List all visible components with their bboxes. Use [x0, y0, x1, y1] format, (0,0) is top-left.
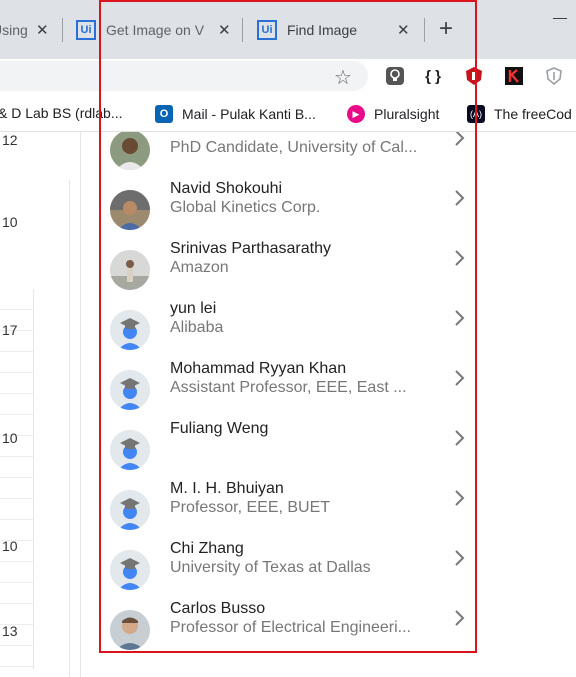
chevron-right-icon: [455, 370, 465, 386]
uipath-favicon-icon: Ui: [257, 20, 277, 40]
avatar: [110, 190, 150, 230]
chevron-right-icon: [455, 610, 465, 626]
list-item[interactable]: Fuliang Weng: [100, 420, 476, 480]
person-affiliation: Global Kinetics Corp.: [170, 199, 321, 216]
list-item[interactable]: Mohammad Ryyan Khan Assistant Professor,…: [100, 360, 476, 420]
scholar-default-avatar-icon: [110, 430, 150, 470]
browser-toolbar: ☆ { }: [0, 59, 576, 94]
screenshot-root: Using ✕ Ui Get Image on V ✕ Ui Find Imag…: [0, 0, 576, 677]
scholar-default-avatar-icon: [110, 490, 150, 530]
avatar: [110, 250, 150, 290]
list-item[interactable]: Chi Zhang University of Texas at Dallas: [100, 540, 476, 600]
person-affiliation: Assistant Professor, EEE, East ...: [170, 379, 407, 396]
bookmark-rdlab[interactable]: & D Lab BS (rdlab...: [0, 105, 123, 121]
tab-strip: Using ✕ Ui Get Image on V ✕ Ui Find Imag…: [0, 0, 576, 59]
shield-extension-icon[interactable]: [544, 66, 564, 86]
list-item[interactable]: PhD Candidate, University of Cal...: [100, 132, 476, 180]
person-name: Srinivas Parthasarathy: [170, 240, 331, 257]
person-affiliation: University of Texas at Dallas: [170, 559, 371, 576]
uipath-favicon-icon: Ui: [76, 20, 96, 40]
ublock-extension-icon[interactable]: [464, 66, 484, 86]
chevron-right-icon: [455, 310, 465, 326]
chevron-right-icon: [455, 132, 465, 146]
person-name: Navid Shokouhi: [170, 180, 283, 197]
bookmark-mail[interactable]: O Mail - Pulak Kanti B...: [155, 105, 316, 123]
bookmark-label: The freeCod: [494, 106, 572, 122]
person-name: Mohammad Ryyan Khan: [170, 360, 347, 377]
chevron-right-icon: [455, 550, 465, 566]
json-extension-icon[interactable]: { }: [423, 66, 443, 86]
bookmark-pluralsight[interactable]: ▶ Pluralsight: [347, 105, 439, 123]
bookmark-label: Pluralsight: [374, 106, 440, 122]
background-number: 10: [2, 214, 18, 230]
scholar-default-avatar-icon: [110, 550, 150, 590]
bookmark-star-icon[interactable]: ☆: [334, 65, 352, 90]
person-affiliation: Professor, EEE, BUET: [170, 499, 331, 516]
background-number: 17: [2, 322, 18, 338]
person-affiliation: PhD Candidate, University of Cal...: [170, 139, 418, 156]
tab-title: Using: [0, 22, 28, 38]
list-item[interactable]: Carlos Busso Professor of Electrical Eng…: [100, 600, 476, 651]
tab-close-icon[interactable]: ✕: [36, 21, 49, 39]
person-name: Chi Zhang: [170, 540, 244, 557]
bookmark-freecodecamp[interactable]: (A) The freeCod: [467, 105, 572, 123]
tab-divider: [424, 18, 425, 42]
tab-divider: [242, 18, 243, 42]
list-item[interactable]: Srinivas Parthasarathy Amazon: [100, 240, 476, 300]
address-bar[interactable]: ☆: [0, 61, 368, 91]
tab-title: Get Image on V: [106, 22, 205, 38]
person-affiliation: Amazon: [170, 259, 229, 276]
background-number: 10: [2, 430, 18, 446]
person-name: M. I. H. Bhuiyan: [170, 480, 284, 497]
coauthors-popup: PhD Candidate, University of Cal... Navi…: [100, 132, 476, 651]
chevron-right-icon: [455, 490, 465, 506]
list-item[interactable]: Navid Shokouhi Global Kinetics Corp.: [100, 180, 476, 240]
person-affiliation: Alibaba: [170, 319, 224, 336]
person-name: Carlos Busso: [170, 600, 266, 617]
tab-close-icon[interactable]: ✕: [218, 21, 231, 39]
k-extension-icon[interactable]: [504, 66, 524, 86]
bookmark-label: Mail - Pulak Kanti B...: [182, 106, 316, 122]
tab-find-image[interactable]: Ui Find Image ✕: [257, 12, 417, 48]
person-name: Fuliang Weng: [170, 420, 269, 437]
chevron-right-icon: [455, 430, 465, 446]
lightbulb-extension-icon[interactable]: [385, 66, 405, 86]
tab-using[interactable]: Using ✕: [0, 12, 50, 48]
tab-title: Find Image: [287, 22, 358, 38]
background-grid: [0, 289, 34, 669]
chevron-right-icon: [455, 190, 465, 206]
avatar: [110, 610, 150, 650]
avatar: [110, 132, 150, 170]
list-item[interactable]: yun lei Alibaba: [100, 300, 476, 360]
tab-divider: [62, 18, 63, 42]
tab-get-image[interactable]: Ui Get Image on V ✕: [76, 12, 236, 48]
chevron-right-icon: [455, 250, 465, 266]
new-tab-button[interactable]: +: [439, 15, 453, 43]
minimize-button[interactable]: [553, 18, 567, 19]
background-number: 10: [2, 538, 18, 554]
person-name: yun lei: [170, 300, 217, 317]
bookmarks-bar: & D Lab BS (rdlab... O Mail - Pulak Kant…: [0, 94, 576, 132]
person-affiliation: Professor of Electrical Engineeri...: [170, 619, 411, 636]
freecodecamp-icon: (A): [467, 105, 485, 123]
bookmark-label: & D Lab BS (rdlab...: [0, 105, 123, 121]
tab-close-icon[interactable]: ✕: [397, 21, 410, 39]
scholar-default-avatar-icon: [110, 370, 150, 410]
background-number: 12: [2, 132, 18, 148]
outlook-icon: O: [155, 105, 173, 123]
divider: [80, 132, 81, 677]
list-item[interactable]: M. I. H. Bhuiyan Professor, EEE, BUET: [100, 480, 476, 540]
scholar-default-avatar-icon: [110, 310, 150, 350]
pluralsight-icon: ▶: [347, 105, 365, 123]
background-number: 13: [2, 623, 18, 639]
